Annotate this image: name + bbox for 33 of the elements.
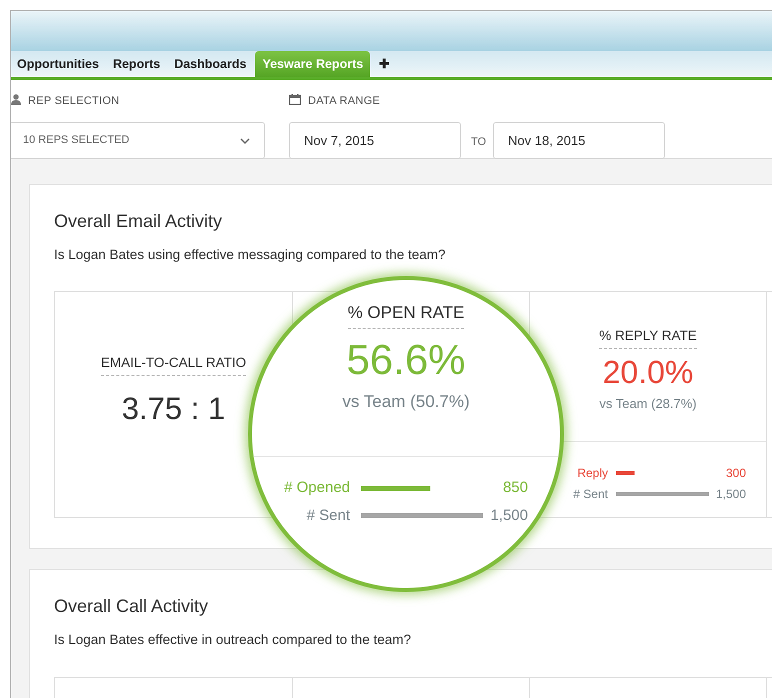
tab[interactable]: Dashboards	[169, 51, 252, 77]
person-icon	[11, 94, 21, 105]
section-title: Overall Call Activity	[54, 595, 210, 618]
tab[interactable]: ✚	[374, 51, 396, 77]
bar-value: 850	[502, 478, 528, 498]
metric-label: % REPLY RATE	[599, 326, 697, 348]
comparison-text: vs Team (50.7%)	[342, 390, 470, 412]
tab[interactable]: Opportunities	[12, 51, 104, 77]
calendar-icon	[289, 94, 301, 105]
range-separator: TO	[471, 135, 486, 150]
bar-label: # Sent	[306, 506, 350, 526]
rep-selection-dropdown[interactable]: 10 REPS SELECTED	[11, 122, 265, 159]
metric-value: 56.6%	[346, 338, 466, 380]
section-question: Is Logan Bates using effective messaging compared to the team?	[54, 246, 446, 264]
comparison-text: vs Team (28.7%)	[599, 394, 697, 413]
metric-label: % OPEN RATE	[348, 300, 464, 328]
bar-label: Reply	[576, 465, 608, 482]
bar-value: 1,500	[489, 506, 528, 526]
bar-label: # Sent	[572, 486, 608, 504]
chevron-down-icon	[240, 138, 250, 144]
bar-label: # Opened	[283, 478, 350, 498]
tab[interactable]: Reports	[108, 51, 166, 77]
field-label: REP SELECTION	[28, 94, 120, 109]
metric-value: 3.75 : 1	[122, 390, 226, 428]
metric-value: 20.0%	[602, 356, 694, 388]
date-to-field[interactable]: Nov 18, 2015	[493, 122, 665, 159]
bar-value: 1,500	[714, 486, 746, 504]
bar-value: 300	[724, 465, 746, 482]
date-from-field[interactable]: Nov 7, 2015	[289, 122, 461, 159]
section-title: Overall Email Activity	[54, 210, 224, 233]
section-question: Is Logan Bates effective in outreach compared to the team?	[54, 631, 412, 650]
field-label: DATA RANGE	[308, 94, 380, 109]
metric-label: EMAIL-TO-CALL RATIO	[100, 353, 246, 376]
